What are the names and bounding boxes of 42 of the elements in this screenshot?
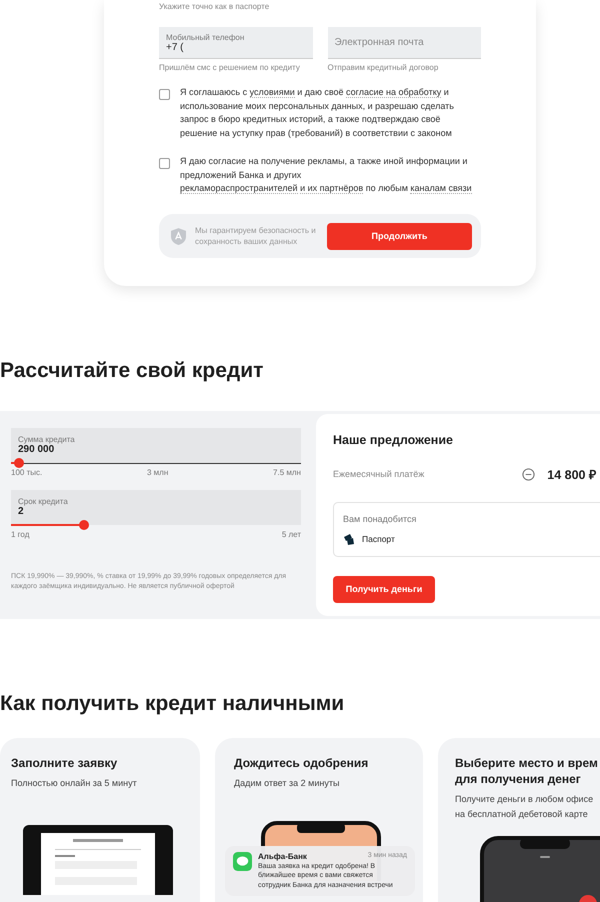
notification-sender: Альфа-Банк: [258, 852, 307, 861]
link[interactable]: условиями: [250, 87, 295, 98]
payment-amount: 14 800 ₽: [547, 466, 596, 483]
tick-label: 100 тыс.: [11, 468, 42, 477]
link[interactable]: и их партнёров: [300, 183, 364, 194]
section-heading: Рассчитайте свой кредит: [0, 358, 264, 384]
consent-text: Я соглашаюсь с условиями и даю своё согласие на обработку и использование моих персональных данных, и разрешаю сделать запрос в бюро кредитных историй, а также подтверждаю своё решение на уступку прав (требований) в соответствии с законом: [180, 86, 455, 140]
input-field[interactable]: Мобильный телефон +7 (: [159, 27, 312, 59]
field-hint: Укажите точно как в паспорте: [159, 1, 270, 13]
offer-title: Наше предложение: [333, 432, 454, 447]
tick-label: 3 млн: [147, 468, 168, 477]
field-hint: Пришлём смс с решением по кредиту: [159, 63, 301, 72]
continue-button[interactable]: Продолжить: [327, 222, 472, 250]
requirement-item: Паспорт: [362, 534, 395, 544]
step-title: Заполните заявку: [11, 754, 118, 771]
consent-text: Я даю согласие на получение рекламы, а также иной информации и предложений Банка и других рекламораспространителей и их партнёров по любым каналам связи: [180, 154, 473, 196]
get-money-button[interactable]: Получить деньги: [333, 576, 435, 603]
requirements-title: Вам понадобится: [343, 514, 418, 524]
document-icon: [343, 532, 355, 546]
step-title: Выберите место и врем для получения денег: [455, 754, 599, 787]
checkbox[interactable]: [159, 158, 170, 169]
tick-label: 7.5 млн: [273, 468, 301, 477]
minus-circle-icon[interactable]: [522, 468, 536, 481]
tick-label: 5 лет: [282, 530, 301, 539]
link[interactable]: согласие на обработку: [346, 87, 442, 98]
checkbox[interactable]: [159, 89, 170, 100]
message-icon: [233, 852, 252, 871]
step-text: Полностью онлайн за 5 минут: [11, 776, 138, 790]
slider[interactable]: [11, 458, 301, 468]
input-field[interactable]: Сумма кредита 290 000: [11, 428, 301, 463]
input-field[interactable]: Срок кредита 2: [11, 490, 301, 525]
section-heading: Как получить кредит наличными: [0, 690, 346, 717]
field-hint: Отправим кредитный договор: [328, 63, 440, 72]
link[interactable]: рекламораспространителей: [180, 183, 298, 194]
payment-label: Ежемесячный платёж: [333, 469, 424, 480]
security-note: Мы гарантируем безопасность и сохранность ваших данных: [195, 225, 317, 248]
step-title: Дождитесь одобрения: [234, 754, 370, 771]
shield-icon: [171, 228, 186, 245]
tick-label: 1 год: [11, 530, 30, 539]
step-text: Дадим ответ за 2 минуты: [234, 776, 340, 790]
step-text: Получите деньги в любом офисе на бесплатной дебетовой карте: [455, 792, 594, 821]
link[interactable]: каналам связи: [410, 183, 472, 194]
